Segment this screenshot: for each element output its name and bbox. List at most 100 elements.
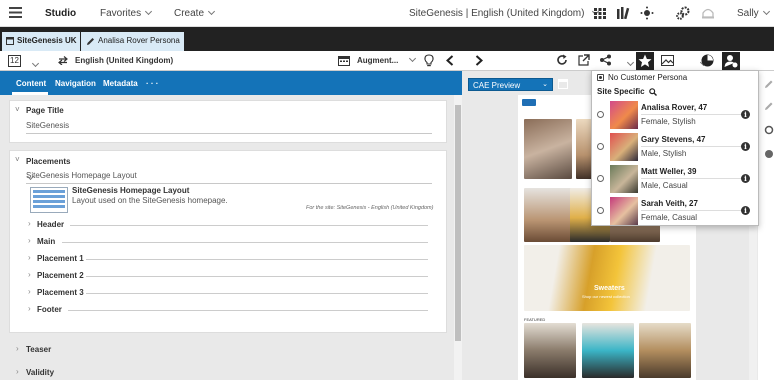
search-icon[interactable] — [649, 87, 658, 96]
tab-more[interactable]: · · · — [146, 79, 158, 88]
tab-analisa-rover-persona[interactable]: Analisa Rover Persona — [81, 32, 184, 51]
layout-site-note: For the site: SiteGenesis - English (Uni… — [306, 205, 434, 211]
persona-radio[interactable] — [597, 207, 604, 214]
radio-selected[interactable] — [597, 74, 604, 81]
placement-label: Header — [37, 220, 65, 229]
product-tile-2 — [582, 323, 634, 378]
grid-apps-icon[interactable] — [594, 8, 606, 19]
site-logo — [522, 99, 536, 106]
version-selector[interactable]: 12 — [8, 55, 44, 68]
section-teaser[interactable]: › Teaser — [16, 344, 446, 356]
editor-toolbar: 12 English (United Kingdom) Augment... — [0, 51, 462, 71]
no-persona-option[interactable]: No Customer Persona — [592, 71, 758, 84]
page-title-label: Page Title — [26, 106, 64, 115]
info-icon[interactable]: i — [741, 206, 750, 215]
tab-sitegenesis-uk[interactable]: SiteGenesis UK × — [2, 32, 87, 51]
tab-content[interactable]: Content — [16, 79, 46, 88]
share-icon[interactable] — [599, 54, 612, 66]
image-preview-icon[interactable] — [661, 55, 674, 66]
favorites-label: Favorites — [100, 8, 142, 19]
edit-pencil-icon[interactable] — [764, 79, 774, 89]
form-scrollbar[interactable] — [454, 95, 462, 380]
persona-item[interactable]: Matt Weller, 39 Male, Casual i — [592, 163, 758, 195]
layout-select[interactable]: SiteGenesis Homepage Layout — [26, 170, 432, 182]
persona-radio[interactable] — [597, 143, 604, 150]
persona-divider — [641, 210, 750, 211]
user-menu[interactable]: Sally — [737, 7, 770, 19]
pencil-icon — [86, 37, 95, 46]
field-underline — [26, 183, 432, 184]
placement-row-placement-2[interactable]: › Placement 2 — [28, 270, 428, 282]
collapse-right-icon[interactable] — [475, 55, 483, 66]
globe-icon[interactable] — [764, 149, 774, 159]
collapse-chevron-icon[interactable]: ˅ — [15, 105, 20, 114]
row-separator — [86, 293, 428, 294]
placement-row-main[interactable]: › Main — [28, 236, 428, 248]
persona-description: Male, Stylish — [641, 149, 687, 158]
layout-title: SiteGenesis Homepage Layout — [72, 186, 190, 195]
hamburger-menu-icon[interactable] — [9, 7, 22, 18]
placement-label: Placement 2 — [37, 271, 84, 280]
edit-pencil-icon[interactable] — [764, 101, 774, 111]
augment-dropdown[interactable]: Augment... — [357, 54, 417, 65]
tab-label: Analisa Rover Persona — [98, 36, 180, 45]
create-label: Create — [174, 8, 205, 19]
favorites-menu[interactable]: Favorites — [100, 7, 153, 19]
chevron-down-icon[interactable] — [626, 58, 635, 67]
scrollbar-thumb[interactable] — [455, 105, 461, 341]
chevron-down-icon — [207, 7, 216, 16]
expand-chevron-icon: › — [16, 367, 19, 376]
info-icon[interactable]: i — [741, 142, 750, 151]
site-selector[interactable]: SiteGenesis | English (United Kingdom) — [409, 7, 600, 19]
info-icon[interactable]: i — [741, 174, 750, 183]
create-menu[interactable]: Create — [174, 7, 216, 19]
persona-avatar — [610, 101, 638, 129]
placement-row-placement-3[interactable]: › Placement 3 — [28, 287, 428, 299]
placement-row-header[interactable]: › Header — [28, 219, 428, 231]
persona-item[interactable]: Gary Stevens, 47 Male, Stylish i — [592, 131, 758, 163]
notifications-icon[interactable] — [701, 6, 715, 20]
preview-selector[interactable]: CAE Preview ⌄ — [468, 78, 553, 91]
tab-metadata[interactable]: Metadata — [103, 79, 138, 88]
user-name: Sally — [737, 8, 759, 19]
section-validity[interactable]: › Validity — [16, 367, 446, 379]
reload-icon[interactable] — [556, 54, 568, 66]
placement-row-footer[interactable]: › Footer — [28, 304, 428, 316]
row-separator — [86, 259, 428, 260]
persona-item[interactable]: Sarah Veith, 27 Female, Casual i — [592, 195, 758, 227]
open-external-icon[interactable] — [578, 54, 590, 66]
library-icon[interactable] — [617, 7, 630, 19]
site-specific-label: Site Specific — [597, 87, 645, 96]
persona-divider — [641, 178, 750, 179]
chevron-down-icon — [145, 7, 153, 16]
locale-swap-icon[interactable] — [58, 56, 68, 65]
site-icon — [6, 37, 14, 45]
info-icon[interactable]: i — [741, 110, 750, 119]
device-frame-icon[interactable] — [558, 79, 568, 89]
product-tile-3 — [639, 323, 691, 378]
refresh-icon[interactable] — [764, 125, 774, 135]
version-number: 12 — [8, 55, 21, 67]
page-title-field[interactable]: SiteGenesis — [26, 121, 69, 130]
calendar-icon[interactable] — [338, 55, 350, 66]
expand-chevron-icon: › — [28, 287, 31, 296]
control-room-icon[interactable] — [640, 6, 654, 20]
expand-chevron-icon: › — [28, 219, 31, 228]
favorites-star-icon[interactable] — [636, 52, 654, 70]
settings-gears-icon[interactable] — [676, 6, 690, 20]
tab-navigation[interactable]: Navigation — [55, 79, 96, 88]
section-label: Validity — [26, 368, 55, 377]
persona-radio[interactable] — [597, 111, 604, 118]
persona-item[interactable]: Analisa Rover, 47 Female, Stylish i — [592, 99, 758, 131]
placement-label: Placement 3 — [37, 288, 84, 297]
chevron-down-icon: ⌄ — [542, 81, 548, 88]
time-travel-icon[interactable] — [701, 54, 714, 67]
placement-row-placement-1[interactable]: › Placement 1 — [28, 253, 428, 265]
lightbulb-icon[interactable] — [424, 54, 434, 67]
persona-selector-icon[interactable] — [722, 52, 740, 70]
persona-radio[interactable] — [597, 175, 604, 182]
locale-label: English (United Kingdom) — [75, 56, 174, 65]
collapse-left-icon[interactable] — [446, 55, 454, 66]
tab-bar: SiteGenesis UK × Analisa Rover Persona — [0, 27, 774, 51]
collapse-chevron-icon[interactable]: ˅ — [15, 155, 20, 164]
